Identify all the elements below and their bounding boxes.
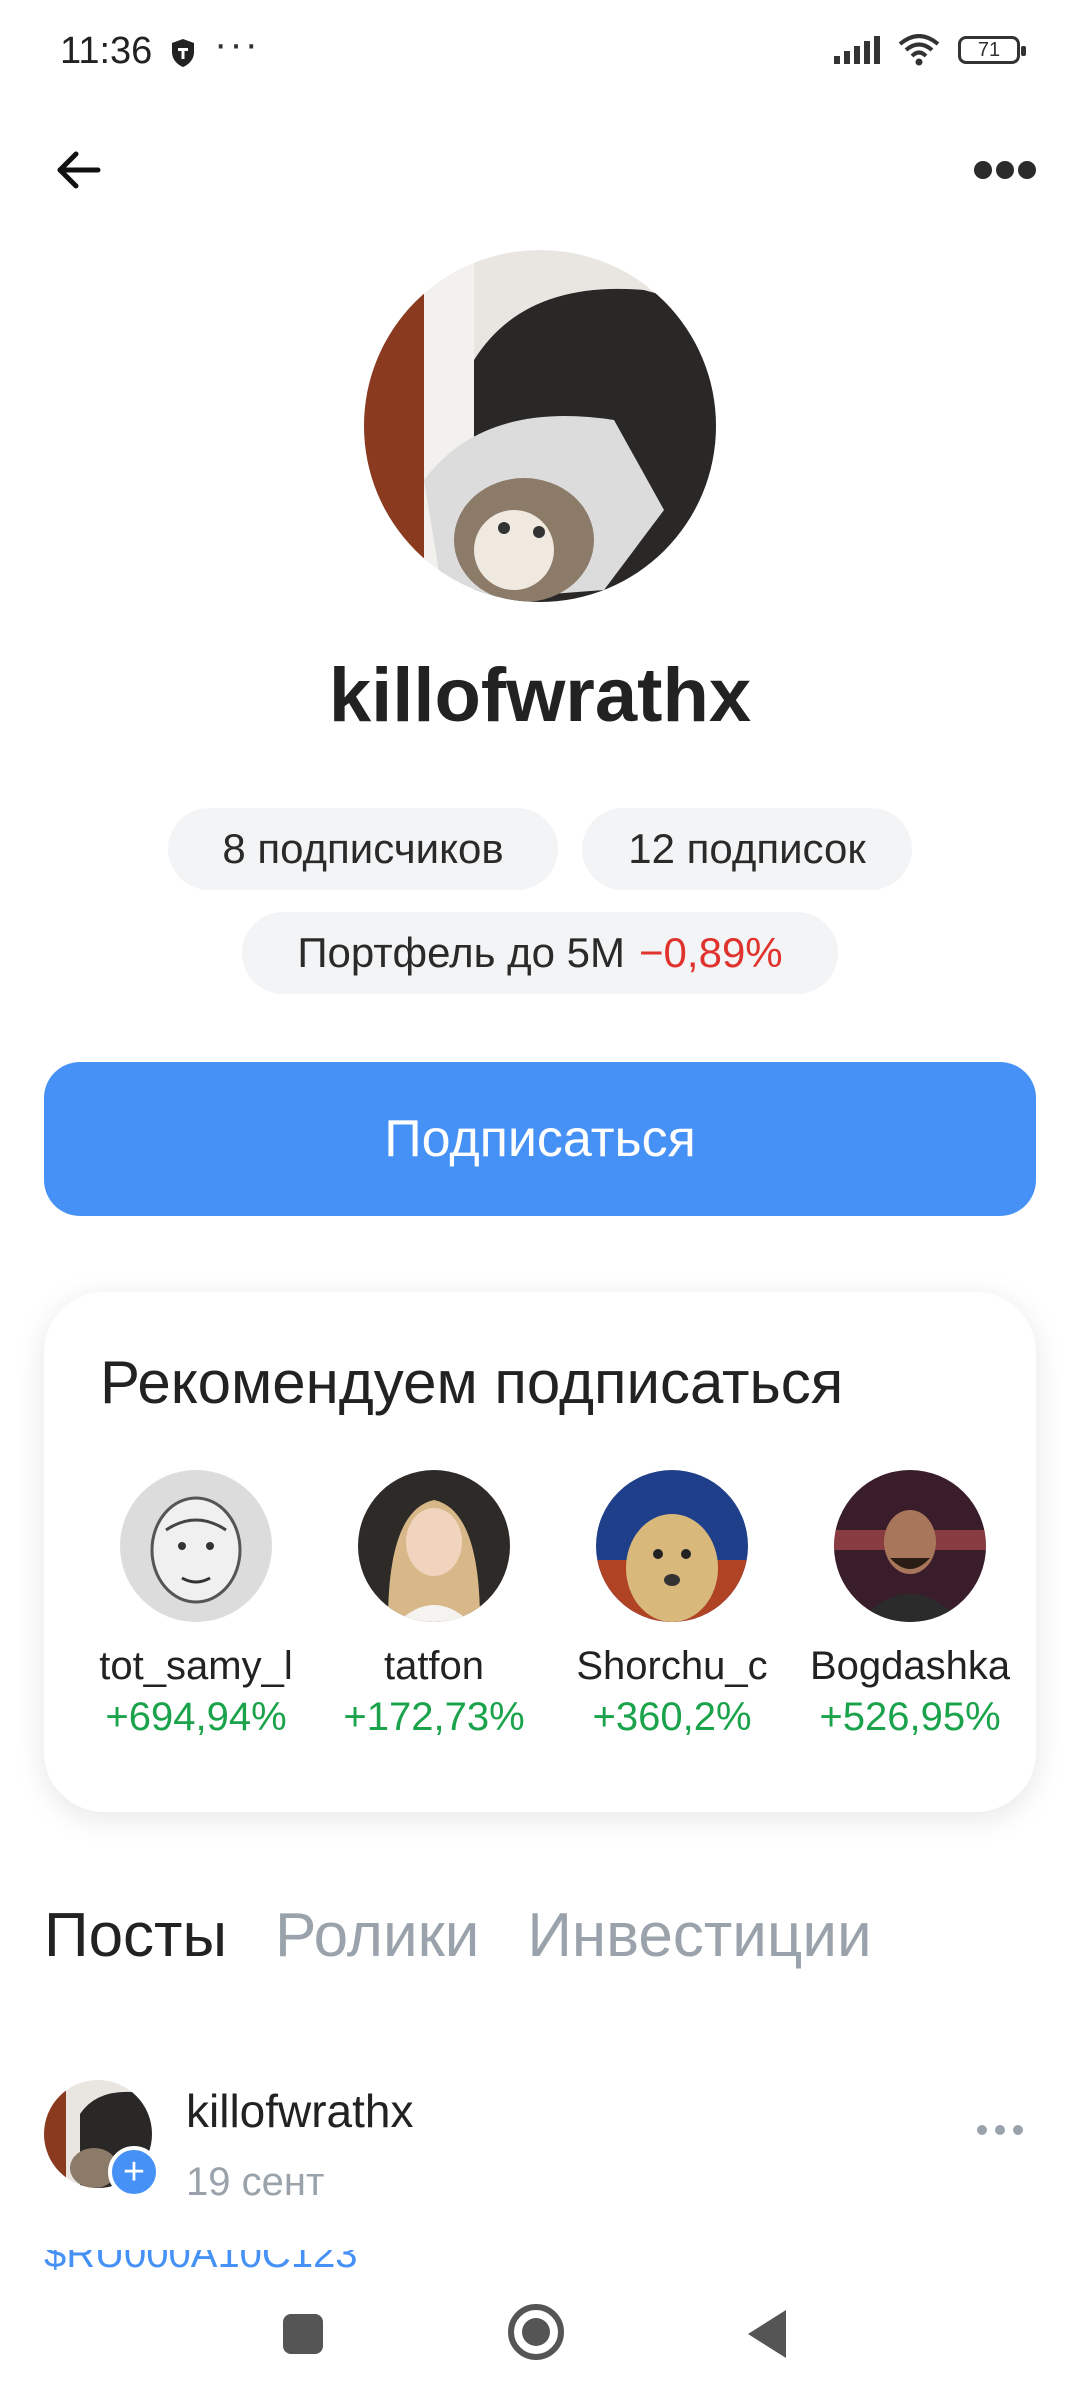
signal-icon (834, 36, 880, 64)
wifi-icon (898, 34, 940, 66)
status-icons: 71 (834, 34, 1026, 66)
followers-chip[interactable]: 8 подписчиков (168, 808, 558, 890)
subscribe-button[interactable]: Подписаться (44, 1062, 1036, 1216)
profile-avatar[interactable] (364, 250, 716, 602)
arrow-left-icon (57, 151, 101, 189)
recommended-user-gain: +694,94% (105, 1695, 287, 1739)
profile-username: killofwrathx (328, 653, 752, 738)
plus-icon[interactable]: + (108, 2146, 160, 2198)
portfolio-chip[interactable]: Портфель до 5М −0,89% (242, 912, 838, 994)
avatar (358, 1470, 510, 1622)
recommended-user[interactable]: Bogdashka +526,95% (800, 1470, 1020, 1740)
recommendations-title: Рекомендуем подписаться (100, 1349, 844, 1416)
recommended-user[interactable]: tatfon +172,73% (324, 1470, 544, 1740)
more-options-button[interactable] (970, 150, 1040, 190)
tab-investments[interactable]: Инвестиции (527, 1900, 871, 1971)
more-dots-icon (974, 161, 992, 179)
shield-icon (172, 39, 194, 67)
post-ticker-link[interactable]: $RU000A10C123 (44, 2250, 944, 2270)
status-time: 11:36 (60, 30, 153, 72)
avatar (834, 1470, 986, 1622)
nav-back-icon[interactable] (748, 2310, 786, 2358)
back-button[interactable] (48, 140, 108, 200)
avatar (120, 1470, 272, 1622)
recommendations-card: Рекомендуем подписаться tot_samy_l +694,… (44, 1292, 1036, 1812)
following-chip[interactable]: 12 подписок (582, 808, 912, 890)
recommended-user-name: Shorchu_c (576, 1644, 768, 1688)
recommended-user-name: Bogdashka (810, 1644, 1010, 1688)
tab-reels[interactable]: Ролики (275, 1900, 479, 1971)
recommended-user[interactable]: tot_samy_l +694,94% (86, 1470, 306, 1740)
portfolio-change: −0,89% (639, 929, 783, 976)
post-text-peek: $RU000A10C123 (44, 2250, 944, 2270)
home-icon[interactable] (508, 2304, 564, 2360)
tab-posts[interactable]: Посты (44, 1900, 227, 1971)
status-more-dots: ··· (214, 22, 260, 66)
post-author-name[interactable]: killofwrathx (186, 2084, 414, 2138)
recommended-user-gain: +526,95% (819, 1695, 1001, 1739)
recommended-user[interactable]: Shorchu_c +360,2% (562, 1470, 782, 1740)
portfolio-label: Портфель до 5М (297, 929, 626, 976)
recommended-user-name: tatfon (383, 1644, 485, 1688)
battery-icon: 71 (958, 36, 1026, 64)
recents-icon[interactable] (283, 2314, 323, 2354)
post-more-button[interactable] (960, 2110, 1040, 2150)
post-date: 19 сент (186, 2160, 325, 2204)
avatar (596, 1470, 748, 1622)
recommended-user-gain: +360,2% (592, 1695, 752, 1739)
profile-tabs: Посты Ролики Инвестиции (44, 1900, 872, 1971)
more-dots-icon (977, 2125, 987, 2135)
recommended-user-gain: +172,73% (343, 1695, 525, 1739)
recommended-user-name: tot_samy_l (99, 1644, 293, 1688)
